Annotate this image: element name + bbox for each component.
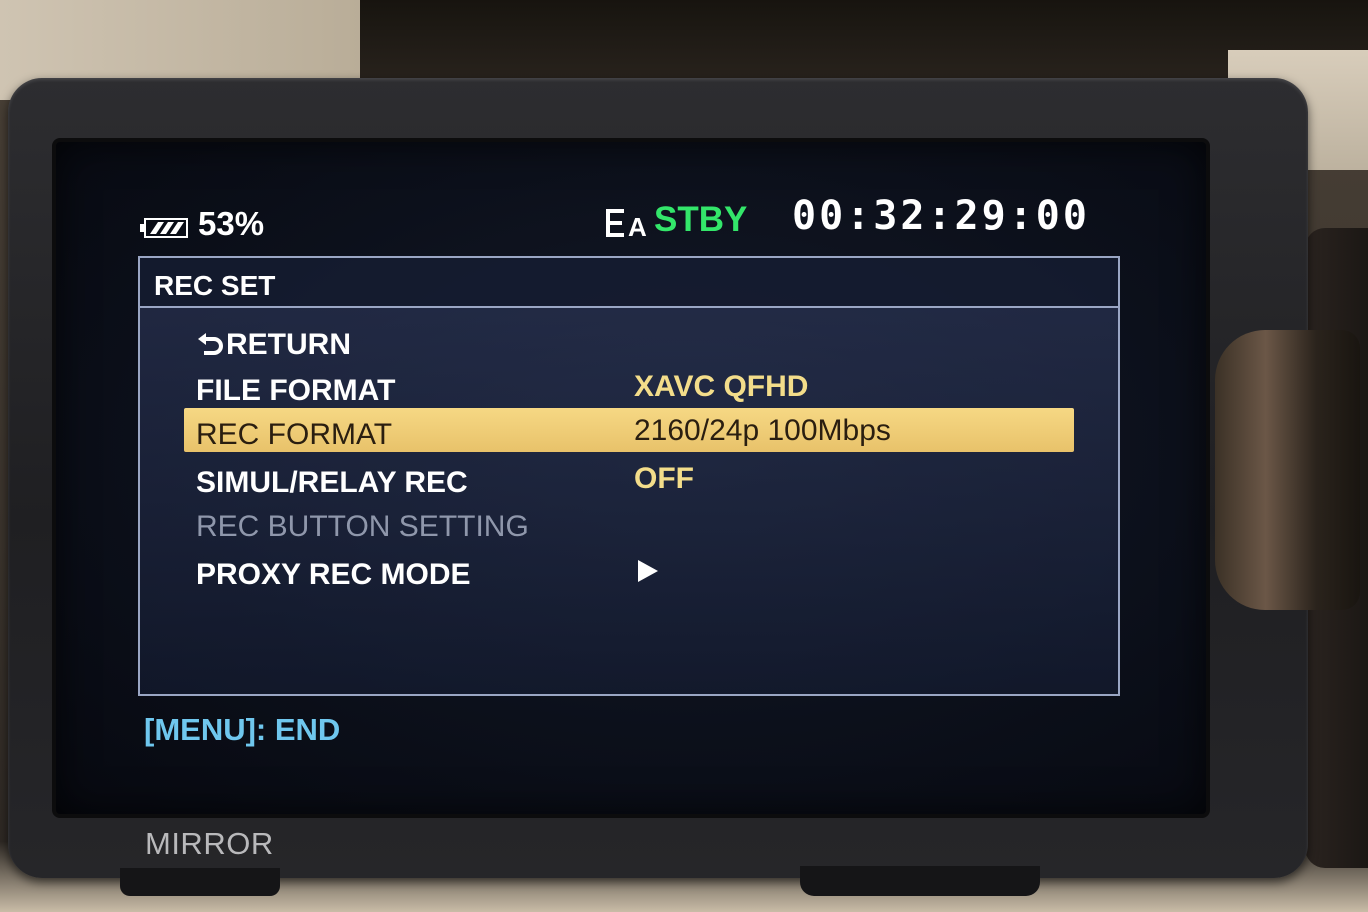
menu-item-label: SIMUL/RELAY REC [196, 466, 468, 499]
menu-item-simul-relay-rec[interactable]: SIMUL/RELAY REC [196, 466, 468, 500]
menu-title: REC SET [154, 270, 276, 301]
menu-value-file-format: XAVC QFHD [634, 370, 809, 403]
hinge-knob [1215, 330, 1360, 610]
menu-value-rec-format: 2160/24p 100Mbps [634, 414, 891, 447]
submenu-arrow-icon [638, 560, 658, 582]
battery-icon [140, 218, 188, 238]
menu-item-rec-format[interactable]: REC FORMAT [196, 418, 392, 452]
housing-foot-right [800, 866, 1040, 896]
mirror-label: MIRROR [145, 826, 274, 861]
menu-item-label: RETURN [226, 328, 351, 361]
menu-item-rec-button-setting: REC BUTTON SETTING [196, 510, 529, 544]
menu-item-label: REC FORMAT [196, 418, 393, 451]
media-card-icon: A [606, 209, 647, 239]
menu-item-proxy-rec-mode[interactable]: PROXY REC MODE [196, 558, 471, 592]
battery-percentage: 53% [198, 205, 265, 242]
menu-end-hint: [MENU]: END [144, 712, 341, 747]
camera-photo: MIRROR 53% A STBY 00:32:29:00 REC SET RE… [0, 0, 1368, 912]
rec-state: STBY [654, 200, 748, 239]
menu-item-label: PROXY REC MODE [196, 558, 471, 591]
background-dark [360, 0, 1368, 90]
menu-item-label: FILE FORMAT [196, 374, 396, 407]
menu-item-label: REC BUTTON SETTING [196, 510, 529, 543]
media-slot-label: A [628, 212, 647, 239]
menu-item-file-format[interactable]: FILE FORMAT [196, 374, 395, 408]
return-arrow-icon [198, 333, 223, 355]
menu-item-return[interactable]: RETURN [196, 328, 351, 362]
menu-list [140, 308, 1118, 694]
menu-title-bar: REC SET [140, 258, 1118, 308]
timecode: 00:32:29:00 [792, 193, 1090, 239]
menu-panel: REC SET RETURN FILE FORMAT XAVC QFHD REC… [138, 256, 1120, 696]
menu-value-simul-relay-rec: OFF [634, 462, 694, 495]
housing-foot [120, 868, 280, 896]
